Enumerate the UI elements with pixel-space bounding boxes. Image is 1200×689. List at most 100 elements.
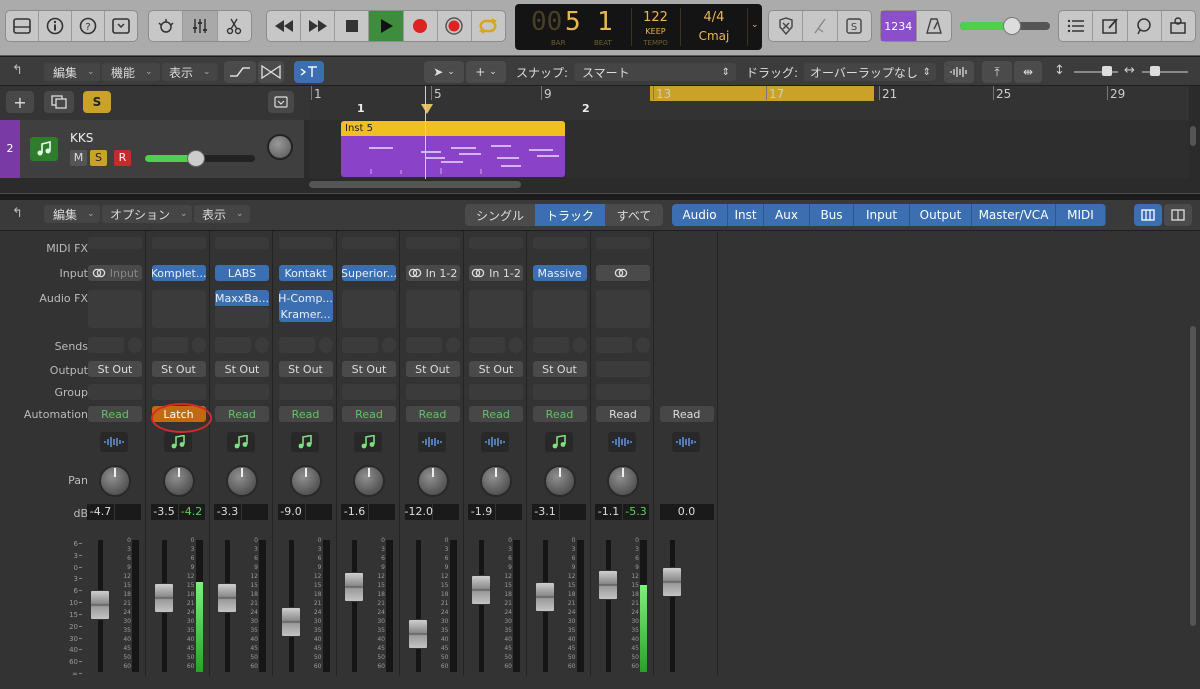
flex-button[interactable] <box>258 61 284 83</box>
audio-fx-slot[interactable]: Kramer... <box>278 306 333 322</box>
send-slot[interactable] <box>596 337 632 353</box>
automation-mode-button[interactable]: Read <box>659 406 714 422</box>
group-slot[interactable] <box>278 384 333 400</box>
midi-fx-slot[interactable] <box>151 237 206 249</box>
tracks-vertical-scrollbar[interactable] <box>1190 126 1196 146</box>
add-track-button[interactable]: + <box>6 91 34 113</box>
audio-track-icon[interactable] <box>671 432 700 452</box>
input-slot[interactable]: In 1-2 <box>405 265 460 281</box>
track-solo-button[interactable]: S <box>90 150 107 166</box>
capture-recording-button[interactable] <box>438 11 472 41</box>
automation-mode-button[interactable]: Read <box>278 406 333 422</box>
send-slot[interactable] <box>532 337 569 353</box>
group-slot[interactable] <box>215 384 269 400</box>
replace-button[interactable] <box>769 11 804 41</box>
send-knob[interactable] <box>636 337 650 353</box>
browsers-button[interactable] <box>1162 11 1195 41</box>
view-mode-2[interactable]: すべて <box>605 204 663 226</box>
audio-fx-empty-slot[interactable] <box>151 290 206 328</box>
input-slot[interactable]: Input <box>88 265 142 281</box>
snap-select[interactable]: スマート ⇕ <box>574 63 736 81</box>
audio-fx-empty-slot[interactable] <box>88 290 142 328</box>
input-slot[interactable]: Komplet... <box>151 265 206 281</box>
send-slot[interactable] <box>151 337 188 353</box>
pan-knob[interactable] <box>289 465 322 497</box>
volume-fader[interactable]: 0 3 6 9 12 15 18 21 24 30 35 40 45 50 60 <box>338 538 400 676</box>
audio-fx-slot[interactable]: H-Comp... <box>278 290 333 306</box>
pan-knob[interactable] <box>607 465 639 497</box>
instrument-track-icon[interactable] <box>290 432 319 452</box>
volume-fader[interactable]: 0 3 6 9 12 15 18 21 24 30 35 40 45 50 60 <box>402 538 464 676</box>
send-knob[interactable] <box>128 337 142 353</box>
mixer-view-menu[interactable]: 表示 ⌄ <box>194 205 250 223</box>
send-slot[interactable] <box>88 337 124 353</box>
track-mute-button[interactable]: M <box>70 150 87 166</box>
filter-inst[interactable]: Inst <box>728 204 764 226</box>
volume-fader[interactable]: 0 3 6 9 12 15 18 21 24 30 35 40 45 50 60 <box>84 538 146 676</box>
track-pan-knob[interactable] <box>267 134 293 160</box>
metronome-button[interactable] <box>917 11 952 41</box>
vertical-zoom-thumb[interactable] <box>1102 66 1112 76</box>
pan-knob[interactable] <box>416 465 449 497</box>
play-button[interactable] <box>369 11 404 41</box>
output-slot[interactable]: St Out <box>342 361 396 377</box>
send-knob[interactable] <box>318 337 333 353</box>
lcd-display[interactable]: 00 5 1 BAR BEAT 122 KEEP TEMPO 4/4 Cmaj … <box>515 4 762 50</box>
instrument-track-icon[interactable] <box>544 432 573 452</box>
fader-cap[interactable] <box>153 582 174 613</box>
output-slot[interactable]: St Out <box>88 361 142 377</box>
midi-fx-slot[interactable] <box>532 237 587 249</box>
midi-fx-slot[interactable] <box>278 237 333 249</box>
volume-fader[interactable]: 0 3 6 9 12 15 18 21 24 30 35 40 45 50 60 <box>592 538 654 676</box>
input-slot[interactable]: In 1-2 <box>469 265 523 281</box>
input-slot[interactable]: LABS <box>215 265 269 281</box>
pan-knob[interactable] <box>353 465 385 497</box>
midi-fx-slot[interactable] <box>469 237 523 249</box>
group-slot[interactable] <box>342 384 396 400</box>
cycle-region[interactable] <box>650 86 874 101</box>
mixer-options-menu[interactable]: オプション ⌄ <box>102 205 192 223</box>
audio-fx-empty-slot[interactable] <box>532 290 587 328</box>
audio-track-icon[interactable] <box>100 432 128 452</box>
track-volume-slider[interactable] <box>145 150 255 167</box>
filter-master-vca[interactable]: Master/VCA <box>972 204 1056 226</box>
group-slot[interactable] <box>405 384 460 400</box>
automation-mode-button[interactable]: Read <box>405 406 460 422</box>
fader-cap[interactable] <box>344 572 364 603</box>
filter-aux[interactable]: Aux <box>764 204 810 226</box>
send-knob[interactable] <box>572 337 587 353</box>
pointer-tool-menu[interactable]: ➤ ⌄ <box>424 61 464 83</box>
instrument-track-icon[interactable] <box>227 432 255 452</box>
volume-fader[interactable]: 0 3 6 9 12 15 18 21 24 30 35 40 45 50 60 <box>465 538 527 676</box>
output-empty-slot[interactable] <box>596 361 650 377</box>
group-slot[interactable] <box>469 384 523 400</box>
audio-fx-empty-slot[interactable] <box>405 290 460 328</box>
midi-fx-slot[interactable] <box>215 237 269 249</box>
fader-cap[interactable] <box>217 582 237 613</box>
horizontal-zoom-slider[interactable] <box>1142 66 1188 76</box>
crosshair-tool-menu[interactable]: + ⌄ <box>466 61 506 83</box>
audio-fx-empty-slot[interactable] <box>215 307 269 328</box>
instrument-track-icon[interactable] <box>354 432 382 452</box>
automation-mode-button[interactable]: Read <box>469 406 523 422</box>
pan-knob[interactable] <box>162 465 195 497</box>
fader-cap[interactable] <box>471 575 491 606</box>
output-slot[interactable]: St Out <box>278 361 333 377</box>
pan-knob[interactable] <box>99 465 131 497</box>
track-icon[interactable] <box>30 137 58 161</box>
smart-controls-button[interactable] <box>149 11 184 41</box>
pan-knob[interactable] <box>480 465 512 497</box>
send-knob[interactable] <box>382 337 396 353</box>
cycle-button[interactable] <box>472 11 505 41</box>
send-slot[interactable] <box>405 337 442 353</box>
fader-cap[interactable] <box>90 590 110 620</box>
playhead-marker-icon[interactable] <box>421 104 433 114</box>
automation-mode-button[interactable]: Read <box>215 406 269 422</box>
global-solo-button[interactable]: S <box>83 91 111 113</box>
automation-button[interactable] <box>224 61 256 83</box>
audio-fx-empty-slot[interactable] <box>342 290 396 328</box>
input-slot[interactable]: Massive <box>532 265 587 281</box>
filter-output[interactable]: Output <box>910 204 972 226</box>
tracks-horizontal-scrollbar[interactable] <box>309 181 521 188</box>
collapse-button[interactable] <box>268 91 294 113</box>
